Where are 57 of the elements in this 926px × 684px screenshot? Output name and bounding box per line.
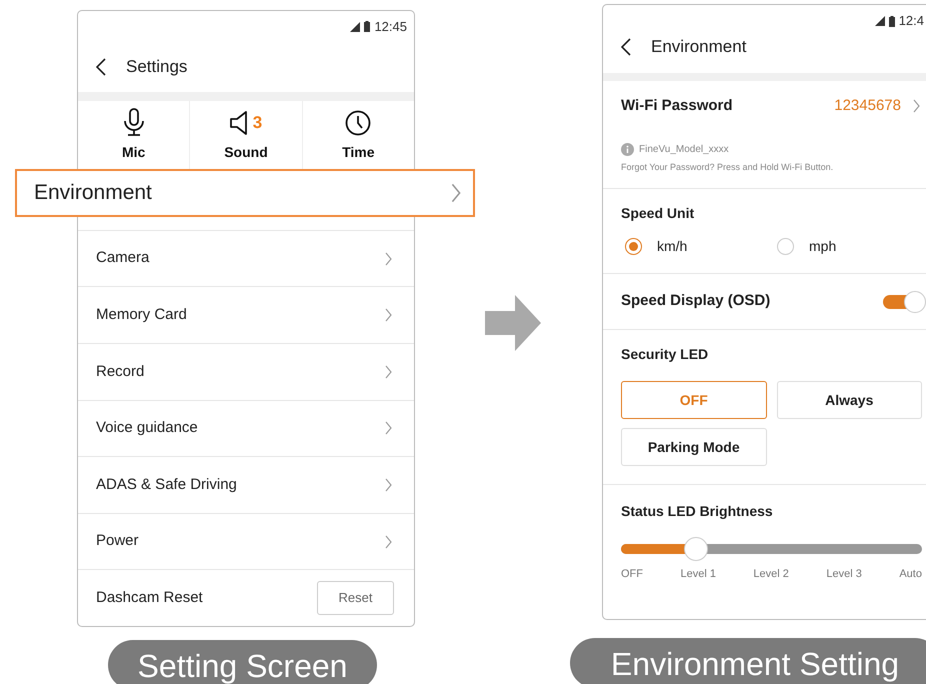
speed-unit-label: Speed Unit xyxy=(621,204,696,223)
signal-icon xyxy=(874,16,885,26)
menu-item[interactable]: Record xyxy=(78,344,414,401)
speed-unit-radio[interactable]: mph xyxy=(773,236,925,257)
chevron-icon xyxy=(385,364,392,379)
quick-setting-label: Sound xyxy=(224,142,268,162)
brightness-label: Status LED Brightness xyxy=(621,502,774,521)
clock-icon xyxy=(345,110,372,136)
slider-thumb[interactable] xyxy=(684,537,708,561)
info-icon xyxy=(621,142,634,156)
quick-setting-label: Mic xyxy=(122,142,146,162)
slider-tick-label: Level 3 xyxy=(826,567,862,582)
wifi-ssid: FineVu_Model_xxxx xyxy=(639,142,729,156)
screen-title: Environment xyxy=(651,36,746,58)
back-icon[interactable] xyxy=(621,38,631,56)
chevron-icon xyxy=(385,534,392,549)
wifi-password-label: Wi-Fi Password xyxy=(621,96,733,116)
back-icon[interactable] xyxy=(96,58,106,76)
reset-button[interactable]: Reset xyxy=(317,581,394,616)
chevron-icon xyxy=(385,478,392,492)
battery-icon xyxy=(888,16,895,26)
highlighted-menu-item[interactable]: Environment xyxy=(15,168,475,217)
caption-banner: Setting Screen xyxy=(108,640,377,684)
speed-display-toggle[interactable] xyxy=(883,290,926,312)
slider-tick-label: Level 1 xyxy=(680,567,716,582)
microphone-icon xyxy=(122,108,146,136)
right-arrow-icon xyxy=(485,295,541,351)
chevron-icon xyxy=(913,99,920,114)
menu-item[interactable]: Camera xyxy=(78,230,414,288)
chevron-icon xyxy=(385,308,392,322)
quick-setting-label: Time xyxy=(342,142,375,162)
status-time: 12:4 xyxy=(898,12,924,30)
security-led-label: Security LED xyxy=(621,345,710,364)
menu-item[interactable]: Voice guidance xyxy=(78,400,414,458)
wifi-hint: Forgot Your Password? Press and Hold Wi-Fi Button. xyxy=(621,160,834,174)
slider-tick-label: Auto xyxy=(899,567,922,582)
quick-setting-button[interactable]: Mic xyxy=(78,101,190,169)
slider-tick-label: OFF xyxy=(621,567,643,582)
speaker-icon xyxy=(230,111,250,136)
battery-icon xyxy=(364,21,370,32)
signal-icon xyxy=(350,22,360,32)
caption-banner: Environment Setting xyxy=(570,638,926,684)
security-led-option[interactable]: Parking Mode xyxy=(621,428,766,466)
sound-level: 3 xyxy=(252,112,262,134)
menu-item[interactable]: Power xyxy=(78,514,414,570)
security-led-option[interactable]: Always xyxy=(776,381,922,419)
slider-tick-label: Level 2 xyxy=(753,567,789,582)
chevron-icon xyxy=(451,182,461,203)
speed-display-label: Speed Display (OSD) xyxy=(621,291,770,312)
chevron-icon xyxy=(385,421,392,436)
menu-item[interactable]: ADAS & Safe Driving xyxy=(78,457,414,514)
screen-title: Settings xyxy=(126,56,188,78)
reset-label: Dashcam Reset xyxy=(96,588,203,608)
speed-unit-radio[interactable]: km/h xyxy=(621,236,773,257)
menu-item[interactable]: Memory Card xyxy=(78,287,414,344)
chevron-icon xyxy=(385,252,392,266)
status-time: 12:45 xyxy=(374,18,407,36)
